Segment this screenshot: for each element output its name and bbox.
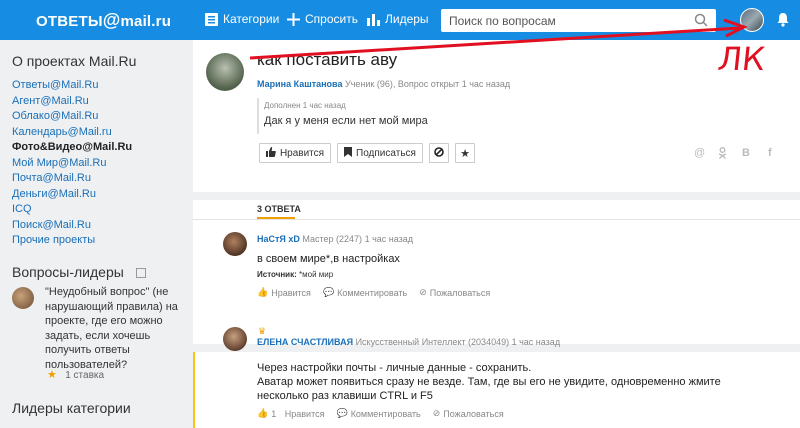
- star-icon: ★: [47, 369, 57, 381]
- star-icon: ★: [460, 147, 470, 160]
- top-bar: ОТВЕТЫ@mail.ru Категории Спросить Лидеры: [0, 0, 800, 40]
- odnoklassniki-share-icon[interactable]: [718, 147, 727, 162]
- answer-author-link[interactable]: ЕЛЕНА СЧАСТЛИВАЯ: [257, 337, 353, 347]
- addendum-header: Дополнен 1 час назад: [264, 101, 346, 110]
- nav-leaders-label: Лидеры: [385, 12, 429, 26]
- search-input[interactable]: [441, 9, 681, 32]
- category-leaders-heading: Лидеры категории: [12, 400, 131, 416]
- mail-share-icon[interactable]: @: [694, 147, 705, 159]
- answer-like-button[interactable]: 👍 1 Нравится: [257, 408, 324, 419]
- project-link[interactable]: ICQ: [12, 202, 132, 218]
- main-content: как поставить аву Марина Каштанова Учени…: [193, 40, 800, 428]
- star-button[interactable]: ★: [455, 143, 475, 163]
- addendum-text: Дак я у меня если нет мой мира: [264, 115, 428, 127]
- nav-ask-label: Спросить: [305, 12, 358, 26]
- best-answer-marker: [193, 352, 195, 428]
- leader-question-bets: ★ 1 ставка: [47, 369, 105, 381]
- project-link[interactable]: Деньги@Mail.Ru: [12, 187, 132, 203]
- answer-source: Источник: *мой мир: [257, 270, 334, 279]
- vk-share-icon[interactable]: B: [742, 147, 750, 159]
- answers-tab[interactable]: 3 ОТВЕТА: [257, 204, 301, 214]
- question-title: как поставить аву: [257, 50, 398, 69]
- answer-complain-button[interactable]: ⊘ Пожаловаться: [419, 287, 490, 298]
- answer-like-button[interactable]: 👍 Нравится: [257, 287, 311, 298]
- project-link[interactable]: Ответы@Mail.Ru: [12, 78, 132, 94]
- answer-avatar[interactable]: [223, 232, 247, 256]
- crown-icon: ♛: [258, 326, 267, 336]
- thumbs-up-icon: 👍: [257, 408, 269, 418]
- user-avatar[interactable]: [740, 8, 764, 32]
- nav-leaders[interactable]: Лидеры: [367, 12, 429, 26]
- search-icon[interactable]: [694, 13, 708, 32]
- answer-text: Через настройки почты - личные данные - …: [257, 362, 721, 402]
- leaders-heading: Вопросы-лидеры: [12, 264, 124, 280]
- block-icon: ⊘: [419, 287, 427, 297]
- collapse-icon[interactable]: [136, 268, 146, 278]
- answer-avatar[interactable]: [223, 327, 247, 351]
- answer-meta: НаСтЯ xD Мастер (2247) 1 час назад: [257, 234, 414, 244]
- answer-comment-button[interactable]: 💬 Комментировать: [336, 408, 420, 419]
- comment-icon: 💬: [322, 287, 335, 297]
- thumbs-up-icon: 👍: [257, 287, 269, 297]
- plus-icon: [287, 12, 300, 26]
- block-icon: [434, 146, 444, 160]
- nav-categories-label: Категории: [223, 12, 280, 26]
- leader-question-text[interactable]: "Неудобный вопрос" (не нарушающий правил…: [45, 285, 185, 372]
- answer-actions: 👍 Нравится 💬 Комментировать ⊘ Пожаловаться: [257, 287, 490, 298]
- block-icon: ⊘: [432, 408, 441, 418]
- list-icon: [205, 12, 218, 26]
- project-link[interactable]: Почта@Mail.Ru: [12, 171, 132, 187]
- block-button[interactable]: [429, 143, 449, 163]
- avatar: [12, 287, 34, 309]
- project-link[interactable]: Календарь@Mail.ru: [12, 125, 132, 141]
- bell-icon[interactable]: [776, 12, 790, 32]
- subscribe-button[interactable]: Подписаться: [337, 143, 423, 163]
- section-divider: [193, 192, 800, 200]
- thumbs-up-icon: [265, 146, 276, 160]
- answer-text: в своем мире*,в настройках: [257, 253, 400, 265]
- comment-icon: 💬: [336, 408, 348, 418]
- project-link[interactable]: Поиск@Mail.Ru: [12, 218, 132, 234]
- project-link[interactable]: Прочие проекты: [12, 233, 132, 249]
- answer-author-link[interactable]: НаСтЯ xD: [257, 234, 300, 244]
- question-meta: Марина Каштанова Ученик (96), Вопрос отк…: [257, 79, 511, 89]
- tab-rule: [193, 219, 800, 220]
- bookmark-icon: [344, 146, 353, 160]
- like-button[interactable]: Нравится: [259, 143, 331, 163]
- search-box: [441, 9, 716, 32]
- projects-list: Ответы@Mail.Ru Агент@Mail.Ru Облако@Mail…: [12, 78, 132, 249]
- answer-complain-button[interactable]: ⊘ Пожаловаться: [433, 408, 504, 419]
- project-link[interactable]: Облако@Mail.Ru: [12, 109, 132, 125]
- project-link[interactable]: Агент@Mail.Ru: [12, 94, 132, 110]
- annotation-label: ЛК: [716, 40, 767, 78]
- facebook-share-icon[interactable]: f: [768, 147, 772, 159]
- projects-heading: О проектах Mail.Ru: [12, 53, 137, 69]
- project-link-current[interactable]: Фото&Видео@Mail.Ru: [12, 140, 132, 156]
- question-author-link[interactable]: Марина Каштанова: [257, 79, 342, 89]
- question-addendum: Дополнен 1 час назад Дак я у меня если н…: [257, 98, 428, 134]
- answer-comment-button[interactable]: 💬 Комментировать: [323, 287, 407, 298]
- nav-categories[interactable]: Категории: [205, 12, 279, 26]
- answer-actions: 👍 1 Нравится 💬 Комментировать ⊘ Пожаловатьс…: [257, 408, 504, 419]
- site-logo[interactable]: ОТВЕТЫ@mail.ru: [36, 10, 171, 31]
- answer-meta: ЕЛЕНА СЧАСТЛИВАЯ Искусственный Интеллект…: [257, 337, 561, 347]
- nav-ask[interactable]: Спросить: [287, 12, 358, 26]
- bar-chart-icon: [367, 13, 380, 26]
- question-author-avatar[interactable]: [206, 53, 244, 91]
- project-link[interactable]: Мой Мир@Mail.Ru: [12, 156, 132, 172]
